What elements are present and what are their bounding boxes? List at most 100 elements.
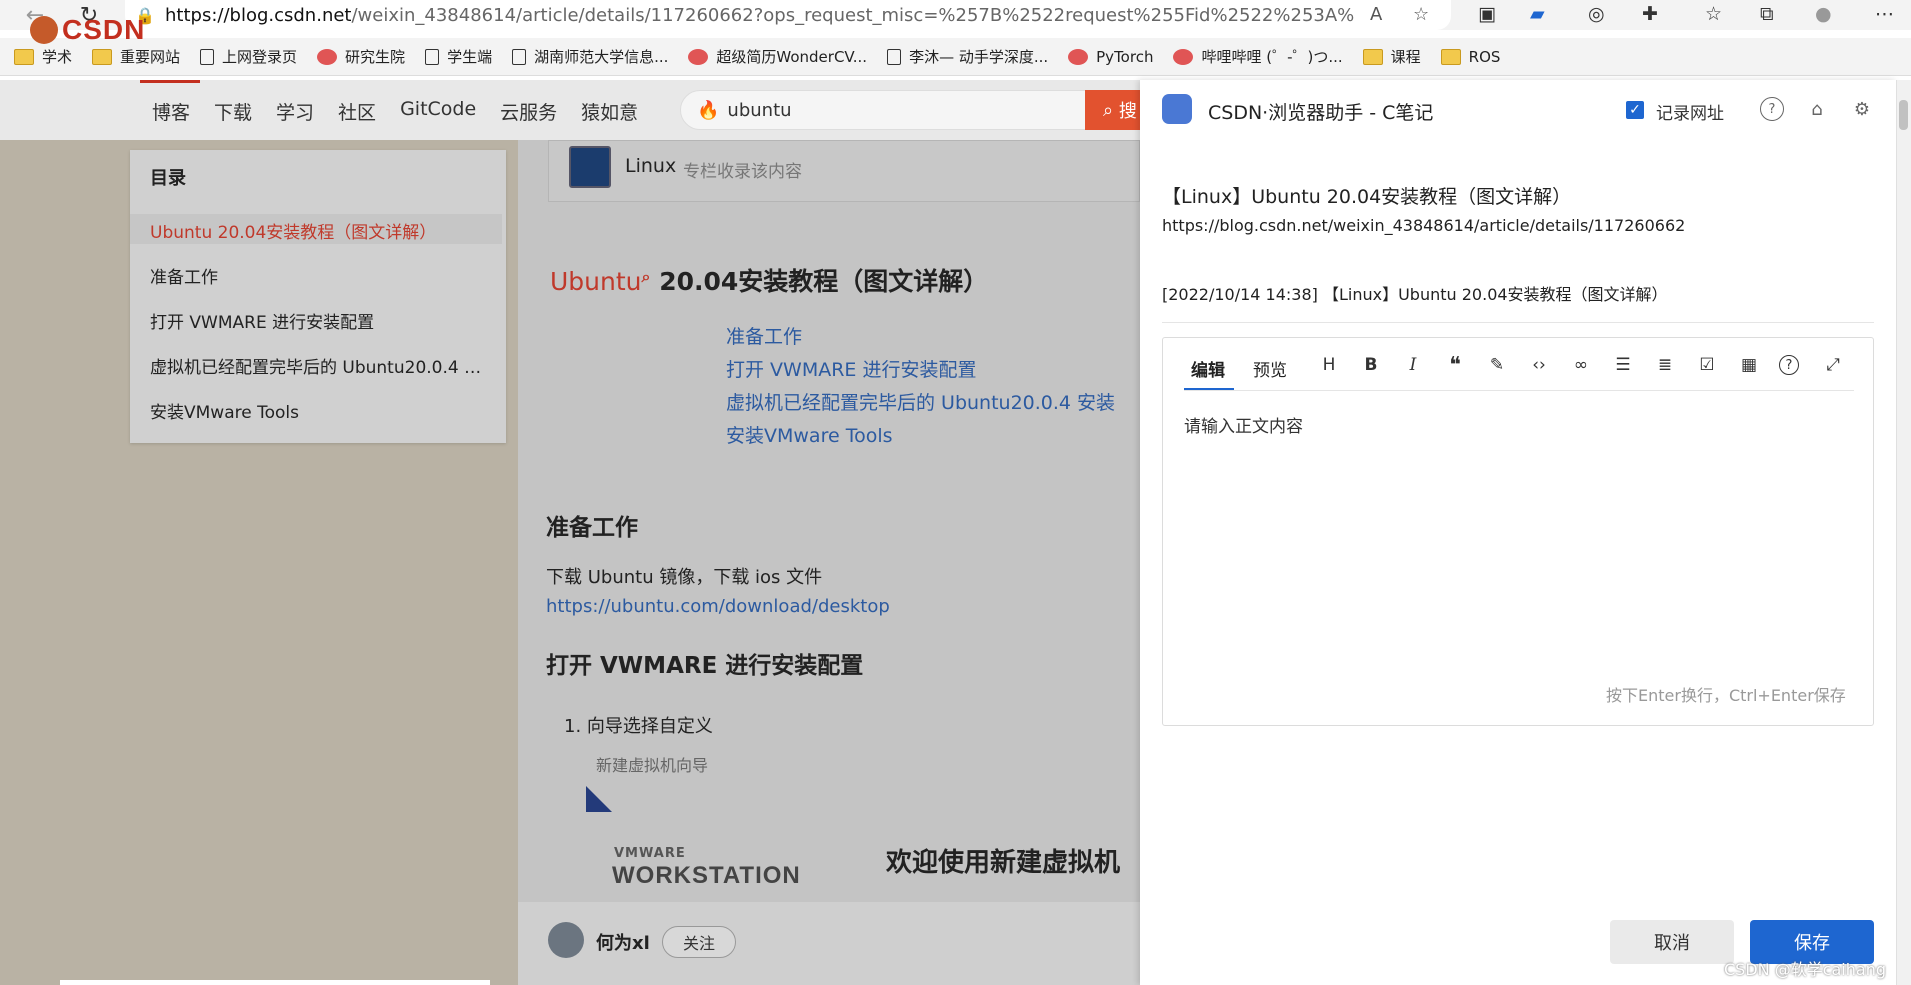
cancel-button[interactable]: 取消: [1610, 920, 1734, 964]
table-icon[interactable]: ▦: [1737, 353, 1761, 377]
nav-item[interactable]: 博客: [152, 98, 190, 125]
article-toc-link[interactable]: 虚拟机已经配置完毕后的 Ubuntu20.0.4 安装: [726, 388, 1115, 415]
italic-icon[interactable]: I: [1401, 353, 1425, 377]
nav-item[interactable]: 学习: [276, 98, 314, 125]
toc-item[interactable]: 打开 VWMARE 进行安装配置: [150, 308, 490, 333]
bookmarks-bar: 学术 重要网站 上网登录页 研究生院 学生端 湖南师范大学信息... 超级简历WonderC…: [0, 38, 1911, 76]
bookmark-item[interactable]: 研究生院: [317, 46, 405, 67]
more-menu-icon[interactable]: ⋯: [1875, 3, 1894, 25]
heading-icon[interactable]: H: [1317, 353, 1341, 377]
article-toc-link[interactable]: 打开 VWMARE 进行安装配置: [726, 355, 976, 382]
nav-item[interactable]: GitCode: [400, 98, 476, 125]
tab-edit[interactable]: 编辑: [1191, 356, 1225, 381]
bookmark-item[interactable]: 上网登录页: [200, 46, 297, 67]
author-name[interactable]: 何为xl: [596, 929, 650, 955]
bold-icon[interactable]: B: [1359, 353, 1383, 377]
bookmark-item[interactable]: 李沐— 动手学深度...: [887, 46, 1048, 67]
task-list-icon[interactable]: ☑: [1695, 353, 1719, 377]
folder-icon: [92, 48, 113, 65]
note-url[interactable]: https://blog.csdn.net/weixin_43848614/ar…: [1162, 216, 1685, 235]
follow-button[interactable]: 关注: [662, 926, 736, 958]
round-icon: [688, 48, 709, 65]
bookmark-item[interactable]: 学术: [14, 46, 72, 67]
editor-placeholder[interactable]: 请输入正文内容: [1184, 412, 1303, 437]
nav-item[interactable]: 下载: [214, 98, 252, 125]
toc-item[interactable]: Ubuntu 20.04安装教程（图文详解）: [150, 218, 490, 243]
column-card[interactable]: Linux 专栏收录该内容: [548, 140, 1140, 202]
csdn-logo[interactable]: CSDN: [30, 14, 145, 46]
address-bar[interactable]: 🔒 https://blog.csdn.net/weixin_43848614/…: [125, 0, 1451, 30]
active-menu-indicator: [140, 80, 200, 83]
nav-item[interactable]: 云服务: [500, 98, 557, 125]
scrollbar[interactable]: [1896, 80, 1911, 985]
tab-preview[interactable]: 预览: [1253, 356, 1287, 381]
profile-icon[interactable]: ●: [1815, 3, 1832, 25]
nav-item[interactable]: 猿如意: [581, 98, 638, 125]
bullet-list-icon[interactable]: ☰: [1611, 353, 1635, 377]
csdn-nav-menu: 博客 下载 学习 社区 GitCode 云服务 猿如意: [152, 98, 638, 125]
search-input[interactable]: 🔥 ubuntu: [680, 90, 1090, 130]
gear-icon[interactable]: ⚙: [1850, 97, 1874, 121]
numbered-list-icon[interactable]: ≣: [1653, 353, 1677, 377]
note-entry: [2022/10/14 14:38] 【Linux】Ubuntu 20.04安装…: [1162, 285, 1668, 304]
extension-icon-1[interactable]: ▣: [1478, 3, 1496, 25]
clear-format-icon[interactable]: ✎: [1485, 353, 1509, 377]
favorite-add-icon[interactable]: ☆: [1413, 4, 1429, 25]
bookmark-label: 超级简历WonderCV...: [716, 48, 868, 66]
scrollbar-thumb[interactable]: [1899, 100, 1908, 130]
article-toc-link[interactable]: 准备工作: [726, 322, 802, 349]
bookmark-item[interactable]: 课程: [1362, 46, 1421, 67]
folder-icon: [14, 48, 34, 65]
bookmark-item[interactable]: 学生端: [425, 46, 492, 67]
extensions-puzzle-icon[interactable]: ✚: [1642, 3, 1658, 25]
article-toc-link[interactable]: 安装VMware Tools: [726, 421, 893, 448]
vmware-logo-shape: [586, 786, 612, 812]
search-button[interactable]: ⌕ 搜: [1085, 90, 1140, 130]
extension-icon-2[interactable]: ▰: [1530, 3, 1545, 25]
bookmark-label: 学术: [42, 48, 73, 66]
record-url-checkbox[interactable]: ✓: [1626, 101, 1644, 119]
avatar[interactable]: [548, 922, 584, 958]
paragraph: 下载 Ubuntu 镜像，下载 ios 文件: [546, 567, 823, 588]
table-of-contents: 目录 Ubuntu 20.04安装教程（图文详解） 准备工作 打开 VWMARE…: [130, 150, 506, 443]
mascot-icon: [30, 16, 58, 44]
favorites-icon[interactable]: ☆: [1705, 3, 1722, 25]
search-icon: ⌕: [1103, 99, 1119, 121]
download-link[interactable]: https://ubuntu.com/download/desktop: [546, 596, 890, 617]
help-icon[interactable]: ?: [1760, 97, 1784, 121]
bookmark-item[interactable]: 湖南师范大学信息...: [512, 46, 668, 67]
bookmark-label: PyTorch: [1096, 47, 1154, 66]
read-aloud-icon[interactable]: A: [1370, 4, 1382, 25]
toc-item[interactable]: 准备工作: [150, 263, 490, 288]
nav-item[interactable]: 社区: [338, 98, 376, 125]
bookmark-item[interactable]: ROS: [1440, 48, 1500, 66]
fullscreen-icon[interactable]: ⤢: [1821, 353, 1845, 377]
bookmark-item[interactable]: 哔哩哔哩 (゜-゜)つ...: [1173, 46, 1343, 67]
bookmark-label: 湖南师范大学信息...: [534, 48, 669, 66]
round-icon: [1068, 48, 1089, 65]
bookmark-label: 李沐— 动手学深度...: [909, 48, 1049, 66]
bookmark-label: 研究生院: [345, 48, 406, 66]
bookmark-label: 课程: [1390, 48, 1421, 66]
folder-icon: [1362, 48, 1383, 65]
column-name: Linux: [625, 155, 677, 177]
record-url-label[interactable]: 记录网址: [1656, 99, 1724, 124]
quote-icon[interactable]: ❝: [1443, 353, 1467, 378]
bookmark-item[interactable]: 超级简历WonderCV...: [688, 46, 867, 67]
home-icon[interactable]: ⌂: [1805, 97, 1829, 121]
bookmark-item[interactable]: 重要网站: [92, 46, 180, 67]
toc-item[interactable]: 安装VMware Tools: [150, 398, 490, 423]
link-icon[interactable]: ∞: [1569, 353, 1593, 377]
folder-icon: [1440, 48, 1461, 65]
collections-icon[interactable]: ⧉: [1760, 3, 1774, 25]
extension-icon-3[interactable]: ◎: [1588, 3, 1605, 25]
bookmark-label: 学生端: [447, 48, 493, 66]
divider: [1162, 322, 1874, 323]
help-icon[interactable]: ?: [1779, 355, 1799, 375]
bottom-bar: [60, 980, 490, 985]
code-icon[interactable]: ‹›: [1527, 353, 1551, 377]
toc-item[interactable]: 虚拟机已经配置完毕后的 Ubuntu20.0.4 安装: [150, 353, 490, 378]
page-icon: [887, 48, 902, 65]
note-title: 【Linux】Ubuntu 20.04安装教程（图文详解）: [1162, 186, 1572, 208]
bookmark-item[interactable]: PyTorch: [1068, 48, 1153, 66]
